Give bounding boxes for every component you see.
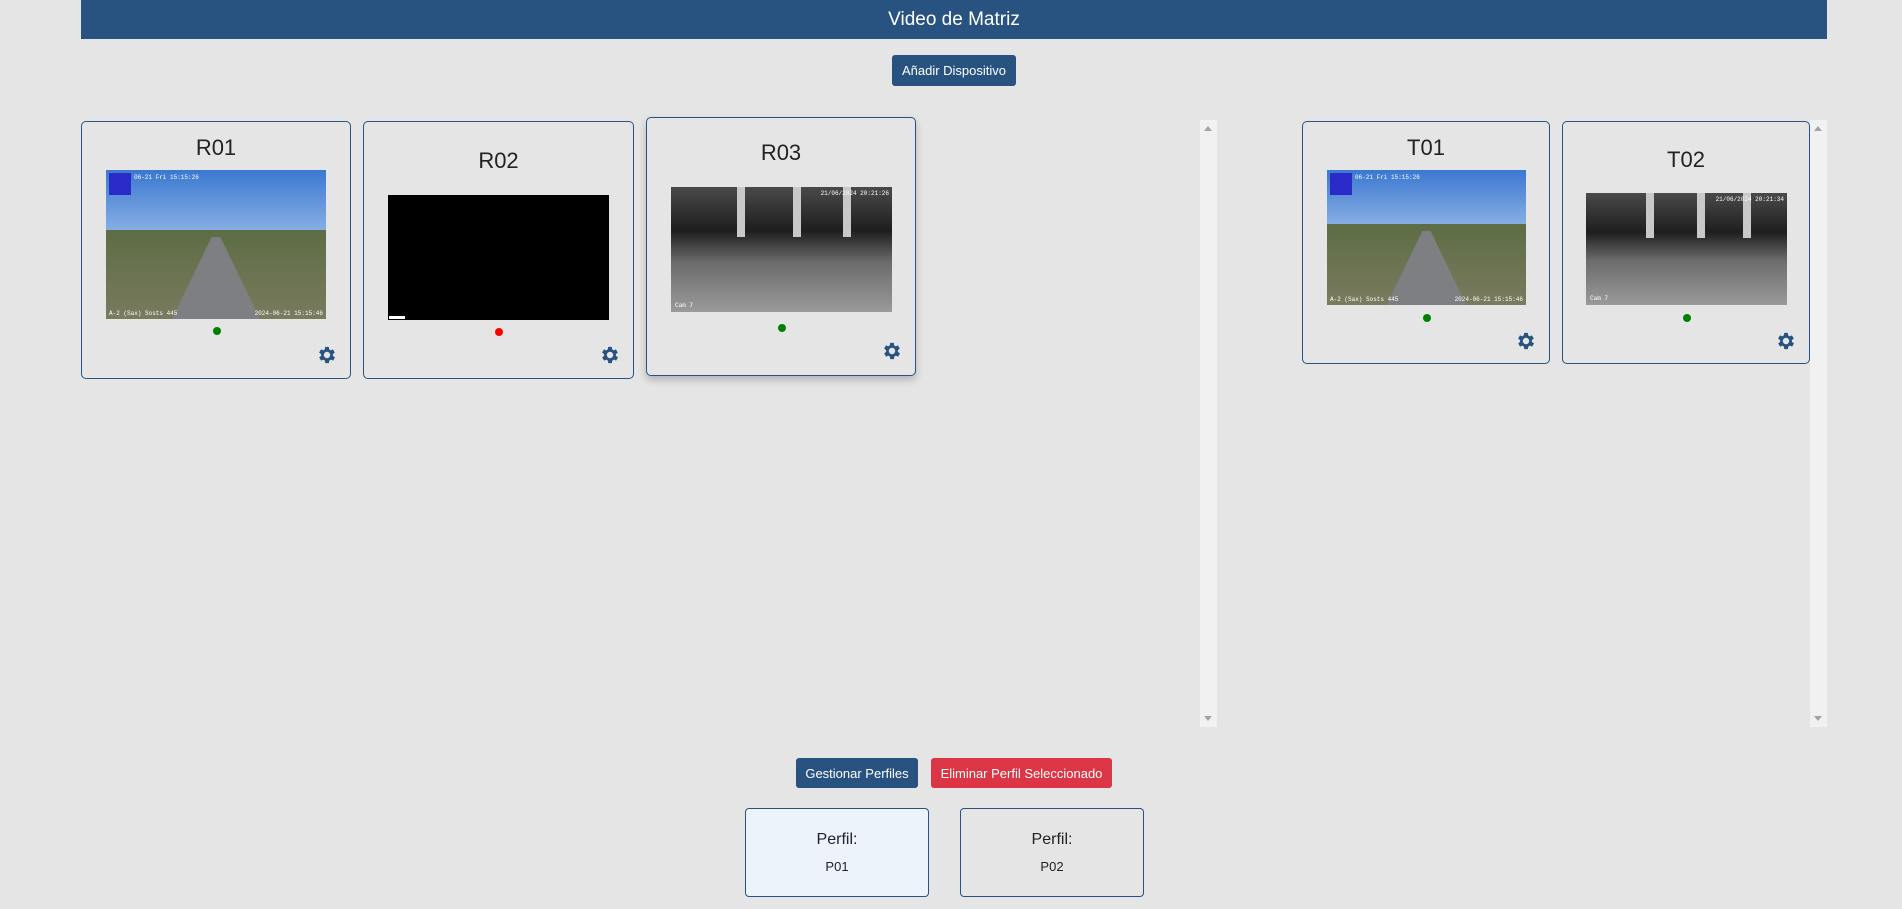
gear-icon[interactable]: [881, 340, 903, 362]
device-name: R02: [478, 148, 519, 173]
loading-indicator: [389, 316, 405, 319]
receivers-scrollbar[interactable]: [1200, 120, 1217, 727]
profile-name: P02: [1040, 859, 1064, 874]
profile-card-p02[interactable]: Perfil: P02: [960, 808, 1144, 897]
camera-logo-icon: [1330, 173, 1352, 195]
overlay-date: 2024-06-21 15:15:46: [254, 310, 323, 317]
gear-icon[interactable]: [1515, 330, 1537, 352]
gear-icon[interactable]: [599, 344, 621, 366]
profile-label: Perfil:: [816, 831, 858, 848]
overlay-timestamp: 21/06/2024 20:21:26: [820, 190, 889, 197]
profile-name: P01: [825, 859, 849, 874]
status-indicator-online: [213, 327, 221, 335]
device-name: T02: [1667, 147, 1705, 172]
device-card-r01[interactable]: R01 06-21 Fri 15:15:26 A-2 (Sax) Sosts 4…: [81, 121, 351, 379]
overlay-camera-label: A-2 (Sax) Sosts 445: [1330, 296, 1399, 303]
receivers-panel: R01 06-21 Fri 15:15:26 A-2 (Sax) Sosts 4…: [81, 117, 1200, 727]
overlay-timestamp: 06-21 Fri 15:15:26: [134, 174, 199, 181]
status-indicator-online: [778, 324, 786, 332]
device-card-r03[interactable]: R03 21/06/2024 20:21:26 Cam 7: [646, 117, 916, 376]
scroll-up-arrow-icon[interactable]: [1204, 126, 1212, 131]
video-thumbnail[interactable]: 21/06/2024 20:21:34 Cam 7: [1586, 193, 1787, 305]
device-card-r02[interactable]: R02: [363, 121, 634, 379]
device-name: R01: [195, 135, 237, 160]
scroll-up-arrow-icon[interactable]: [1814, 126, 1822, 131]
transmitters-scrollbar[interactable]: [1810, 120, 1827, 727]
manage-profiles-button[interactable]: Gestionar Perfiles: [796, 758, 918, 788]
scroll-down-arrow-icon[interactable]: [1814, 716, 1822, 721]
overlay-camera-label: Cam 7: [675, 302, 694, 309]
profile-label: Perfil:: [1031, 831, 1073, 848]
overlay-camera-label: Cam 7: [1590, 295, 1609, 302]
overlay-camera-label: A-2 (Sax) Sosts 445: [109, 310, 178, 317]
overlay-timestamp: 21/06/2024 20:21:34: [1715, 196, 1784, 203]
video-thumbnail[interactable]: 06-21 Fri 15:15:26 A-2 (Sax) Sosts 445 2…: [106, 170, 326, 319]
add-device-button[interactable]: Añadir Dispositivo: [892, 55, 1016, 86]
device-card-t01[interactable]: T01 06-21 Fri 15:15:26 A-2 (Sax) Sosts 4…: [1302, 121, 1550, 364]
device-name: T01: [1407, 135, 1445, 160]
app-header: Video de Matriz: [81, 0, 1827, 39]
overlay-timestamp: 06-21 Fri 15:15:26: [1355, 174, 1420, 181]
video-thumbnail[interactable]: [388, 195, 609, 320]
scroll-down-arrow-icon[interactable]: [1204, 716, 1212, 721]
gear-icon[interactable]: [316, 344, 338, 366]
transmitters-panel: T01 06-21 Fri 15:15:26 A-2 (Sax) Sosts 4…: [1302, 120, 1810, 727]
video-thumbnail[interactable]: 06-21 Fri 15:15:26 A-2 (Sax) Sosts 445 2…: [1327, 170, 1526, 305]
camera-logo-icon: [109, 173, 131, 195]
status-indicator-online: [1423, 314, 1431, 322]
video-thumbnail[interactable]: 21/06/2024 20:21:26 Cam 7: [671, 187, 892, 312]
profile-card-p01[interactable]: Perfil: P01: [745, 808, 929, 897]
gear-icon[interactable]: [1775, 330, 1797, 352]
page-title: Video de Matriz: [888, 9, 1020, 30]
overlay-date: 2024-06-21 15:15:46: [1454, 296, 1523, 303]
device-card-t02[interactable]: T02 21/06/2024 20:21:34 Cam 7: [1562, 121, 1810, 364]
device-name: R03: [760, 140, 802, 165]
status-indicator-offline: [495, 328, 503, 336]
delete-profile-button[interactable]: Eliminar Perfil Seleccionado: [931, 758, 1112, 788]
status-indicator-online: [1683, 314, 1691, 322]
